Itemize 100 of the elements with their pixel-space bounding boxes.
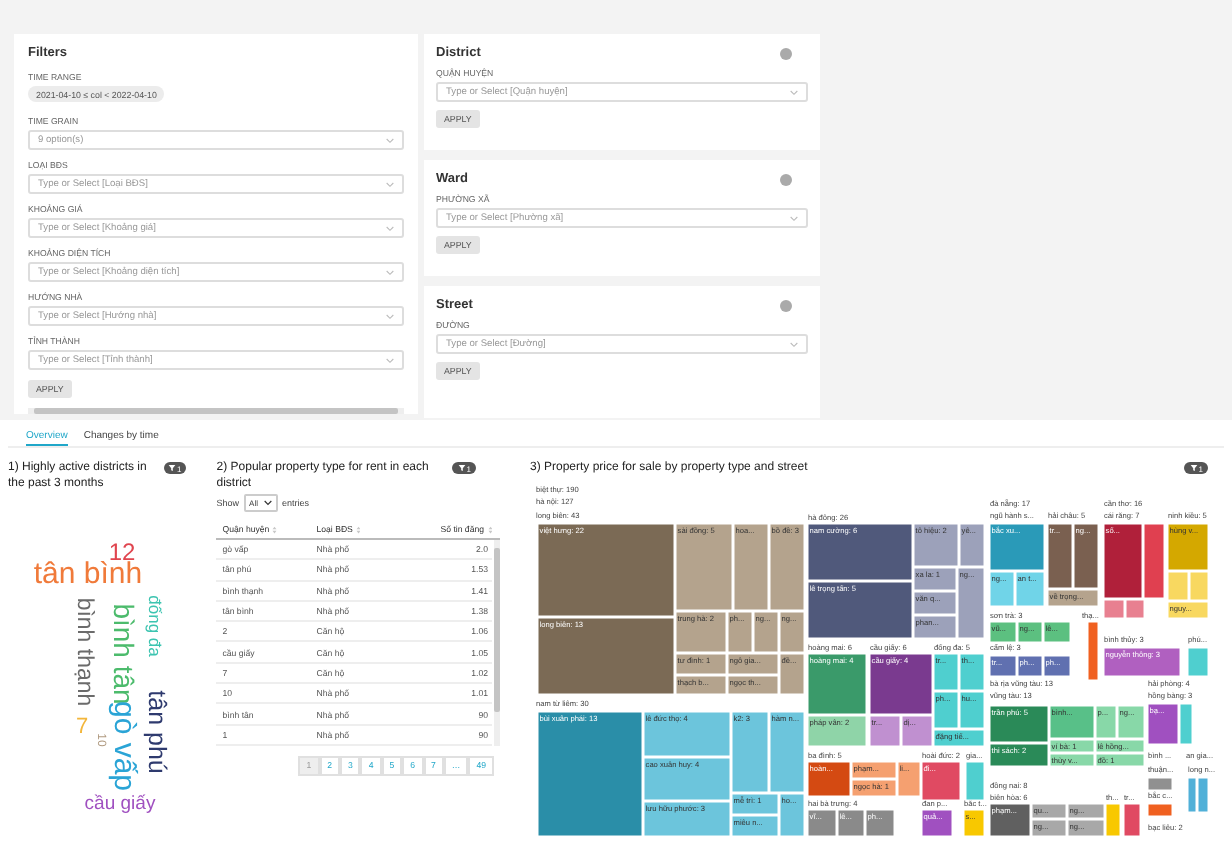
treemap-cell[interactable]: [959, 691, 985, 729]
treemap-cell[interactable]: [727, 653, 779, 675]
treemap-cell[interactable]: [865, 809, 895, 837]
treemap-cell[interactable]: [837, 809, 865, 837]
treemap-cell[interactable]: [643, 801, 731, 837]
treemap-cell[interactable]: [1017, 655, 1043, 677]
treemap-cell[interactable]: [1147, 777, 1173, 791]
treemap-cell[interactable]: [1179, 703, 1193, 745]
treemap-cell[interactable]: [1125, 599, 1145, 619]
treemap-cell[interactable]: [675, 653, 727, 675]
treemap-cell[interactable]: [727, 675, 779, 695]
treemap-cell[interactable]: [1049, 753, 1095, 767]
treemap-cell[interactable]: [1049, 739, 1095, 753]
treemap-cell[interactable]: [897, 761, 921, 797]
treemap-cell[interactable]: [1103, 523, 1143, 599]
treemap-cell[interactable]: [1147, 703, 1179, 745]
treemap-cell[interactable]: [1123, 803, 1141, 837]
treemap-cell[interactable]: [1167, 571, 1189, 601]
treemap-cell[interactable]: [643, 711, 731, 757]
treemap-cell[interactable]: [769, 523, 805, 611]
treemap-cell[interactable]: [851, 761, 897, 779]
treemap-cell[interactable]: [675, 611, 727, 653]
treemap-cell[interactable]: [1067, 803, 1105, 819]
treemap-cell[interactable]: [989, 621, 1017, 643]
treemap-cell[interactable]: [1105, 803, 1121, 837]
treemap-cell[interactable]: [913, 567, 957, 591]
treemap-cell[interactable]: [733, 523, 769, 611]
treemap-cell[interactable]: [807, 653, 867, 715]
treemap-cell[interactable]: [1095, 739, 1145, 753]
treemap-cell[interactable]: [1187, 777, 1197, 813]
treemap-cell[interactable]: [731, 711, 769, 793]
treemap-cell[interactable]: [1197, 777, 1209, 813]
treemap-cell[interactable]: [537, 711, 643, 837]
treemap-cell[interactable]: [1043, 655, 1071, 677]
treemap-cell[interactable]: [869, 715, 901, 747]
treemap-cell[interactable]: [1103, 647, 1181, 677]
treemap-cell[interactable]: [933, 691, 959, 729]
treemap-cell[interactable]: [675, 523, 733, 611]
scrollbar[interactable]: [28, 408, 404, 414]
treemap-cell[interactable]: [989, 655, 1017, 677]
treemap-cell[interactable]: [1189, 571, 1209, 601]
treemap-cell[interactable]: [779, 611, 805, 653]
treemap-cell[interactable]: [1031, 819, 1067, 837]
treemap-cell[interactable]: [989, 743, 1049, 767]
treemap-cell[interactable]: [753, 611, 779, 653]
treemap-cell[interactable]: [1117, 705, 1145, 739]
treemap-cell[interactable]: [1067, 819, 1105, 837]
treemap-cell[interactable]: [643, 757, 731, 801]
treemap-cell[interactable]: [807, 761, 851, 797]
treemap-cell[interactable]: [933, 729, 985, 747]
treemap-cell[interactable]: [1017, 621, 1043, 643]
treemap-cell[interactable]: [1047, 589, 1099, 607]
treemap-cell[interactable]: [1073, 523, 1099, 589]
scrollbar[interactable]: [494, 540, 500, 746]
info-icon[interactable]: [780, 173, 792, 185]
treemap-cell[interactable]: [901, 715, 933, 747]
treemap-cell[interactable]: [807, 581, 913, 639]
treemap-cell[interactable]: [1049, 705, 1095, 739]
treemap-cell[interactable]: [807, 809, 837, 837]
treemap-cell[interactable]: [1167, 601, 1209, 619]
treemap-cell[interactable]: [965, 761, 985, 801]
treemap-cell[interactable]: [1167, 523, 1209, 571]
treemap-cell[interactable]: [1015, 571, 1045, 607]
treemap-cell[interactable]: [963, 809, 985, 837]
treemap-cell[interactable]: [913, 591, 957, 615]
treemap-cell[interactable]: [989, 523, 1045, 571]
treemap-cell[interactable]: [851, 779, 897, 797]
treemap-cell[interactable]: [989, 571, 1015, 607]
treemap-cell[interactable]: [807, 523, 913, 581]
treemap-cell[interactable]: [1043, 621, 1071, 643]
treemap-cell[interactable]: [869, 653, 933, 715]
treemap-cell[interactable]: [807, 715, 867, 747]
treemap-cell[interactable]: [1187, 647, 1209, 677]
treemap-cell[interactable]: [959, 653, 985, 691]
treemap-cell[interactable]: [1087, 621, 1099, 681]
treemap-cell[interactable]: [727, 611, 753, 653]
treemap-cell[interactable]: [913, 523, 959, 567]
treemap-cell[interactable]: [1031, 803, 1067, 819]
treemap-cell[interactable]: [1095, 753, 1145, 767]
treemap-cell[interactable]: [1143, 523, 1165, 599]
treemap-cell[interactable]: [1147, 803, 1173, 817]
info-icon[interactable]: [780, 47, 792, 59]
info-icon[interactable]: [780, 299, 792, 311]
treemap-cell[interactable]: [933, 653, 959, 691]
treemap-cell[interactable]: [1047, 523, 1073, 589]
treemap-cell[interactable]: [731, 793, 779, 815]
treemap-cell[interactable]: [779, 793, 805, 837]
treemap-cell[interactable]: [913, 615, 957, 639]
treemap-cell[interactable]: [921, 809, 953, 837]
treemap-cell[interactable]: [921, 761, 961, 801]
treemap-cell[interactable]: [537, 617, 675, 695]
treemap-cell[interactable]: [989, 705, 1049, 743]
treemap-cell[interactable]: [959, 523, 985, 567]
treemap-cell[interactable]: [769, 711, 805, 793]
treemap-cell[interactable]: [779, 653, 805, 695]
treemap-cell[interactable]: [989, 803, 1031, 837]
treemap-cell[interactable]: [675, 675, 727, 695]
treemap-cell[interactable]: [537, 523, 675, 617]
treemap-cell[interactable]: [1103, 599, 1125, 619]
treemap-cell[interactable]: [731, 815, 779, 837]
